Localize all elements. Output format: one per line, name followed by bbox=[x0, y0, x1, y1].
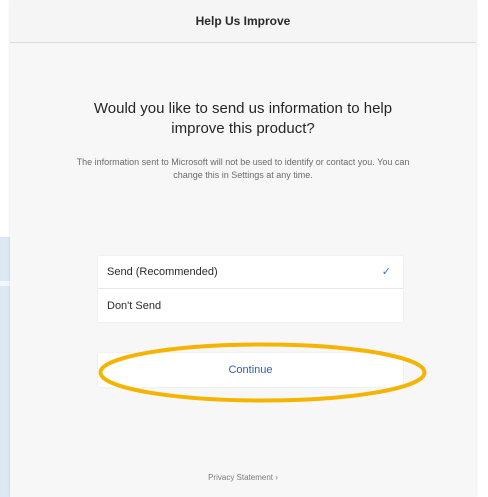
option-send-label: Send (Recommended) bbox=[107, 266, 218, 278]
continue-button[interactable]: Continue bbox=[98, 353, 403, 387]
description-text: The information sent to Microsoft will n… bbox=[76, 157, 410, 180]
question-text: Would you like to send us information to… bbox=[93, 100, 393, 137]
checkmark-icon: ✓ bbox=[381, 266, 391, 278]
option-dont-send-label: Don't Send bbox=[107, 299, 162, 312]
dialog-title: Help Us Improve bbox=[195, 14, 291, 28]
help-us-improve-dialog: Help Us Improve Would you like to send u… bbox=[10, 0, 476, 497]
option-dont-send[interactable]: Don't Send bbox=[98, 289, 403, 322]
continue-button-label: Continue bbox=[228, 364, 273, 376]
dialog-title-bar: Help Us Improve bbox=[10, 0, 476, 43]
send-options-list: Send (Recommended) ✓ Don't Send bbox=[98, 256, 403, 322]
option-send-recommended[interactable]: Send (Recommended) ✓ bbox=[98, 256, 403, 289]
privacy-statement-link[interactable]: Privacy Statement › bbox=[10, 473, 476, 482]
